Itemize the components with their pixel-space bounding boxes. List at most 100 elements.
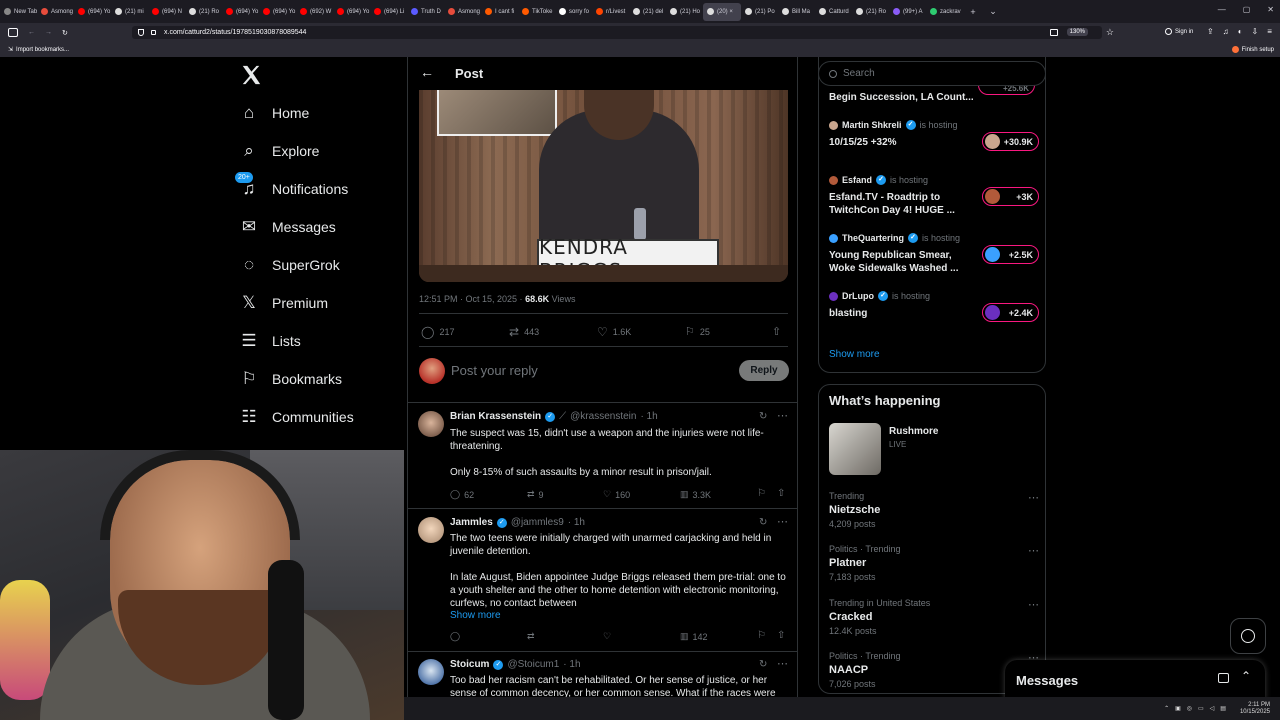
browser-tab[interactable]: Asmong <box>444 3 481 21</box>
reply-button[interactable]: Reply <box>739 360 789 381</box>
reply-views-action[interactable]: ▥ 3.3K <box>680 489 711 500</box>
nav-item-messages[interactable]: ✉ Messages <box>240 209 336 245</box>
composer-avatar[interactable] <box>419 358 445 384</box>
maximize-icon[interactable]: ▢ <box>1243 5 1251 14</box>
reply-time[interactable]: · 1h <box>568 517 585 528</box>
browser-tab[interactable]: (21) Po <box>741 3 778 21</box>
show-more-link[interactable]: Show more <box>829 349 880 360</box>
post-media[interactable]: KENDRA BRIGGS <box>419 90 788 282</box>
share-icon[interactable]: ⇧ <box>777 630 785 641</box>
reply-author-name[interactable]: Jammles <box>450 517 493 528</box>
clock[interactable]: 2:11 PM 10/15/2025 <box>1240 702 1270 716</box>
trend-item[interactable]: Politics · Trending Platner 7,183 posts ⋯ <box>829 544 1039 582</box>
reader-view-icon[interactable] <box>1050 29 1058 36</box>
nav-item-premium[interactable]: 𝕏 Premium <box>240 285 328 321</box>
listener-count-pill[interactable]: +3K <box>982 187 1039 206</box>
grok-icon[interactable]: ↻ <box>759 659 767 670</box>
extension-icons[interactable]: ⇪♫◐⇩≡ <box>1207 27 1280 36</box>
new-tab-icon[interactable]: + <box>963 7 983 17</box>
nav-item-supergrok[interactable]: ◌ SuperGrok <box>240 247 340 283</box>
reply-author-name[interactable]: Stoicum <box>450 659 489 670</box>
browser-tab[interactable]: (694) Yo <box>333 3 370 21</box>
reply-time[interactable]: · 1h <box>563 659 580 670</box>
more-icon[interactable]: ⋯ <box>777 409 788 422</box>
finish-setup-button[interactable]: Finish setup <box>1231 46 1274 53</box>
live-host-item[interactable]: Martin Shkreli ✓ is hosting 10/15/25 +32% +3… <box>829 120 1039 151</box>
reply-author-handle[interactable]: @krassenstein <box>570 411 636 422</box>
browser-tab[interactable]: (99+) A <box>889 3 926 21</box>
live-host-item[interactable]: TheQuartering ✓ is hosting Young Republican… <box>829 233 1039 275</box>
browser-tab[interactable]: (21) Ro <box>852 3 889 21</box>
reply-like-action[interactable]: ♡ 160 <box>603 489 630 500</box>
browser-tab[interactable]: Asmong <box>37 3 74 21</box>
bookmark-action[interactable]: ⚐ 25 <box>685 325 710 338</box>
trend-item[interactable]: Trending Nietzsche 4,209 posts ⋯ <box>829 491 1039 529</box>
listener-count-pill[interactable]: +30.9K <box>982 132 1039 151</box>
reload-icon[interactable]: ↻ <box>62 29 68 37</box>
browser-tab[interactable]: Catturd <box>815 3 852 21</box>
avatar[interactable] <box>418 517 444 543</box>
reply-item[interactable]: Jammles ✓ @jammles9 · 1h ↻ ⋯ The two tee… <box>408 508 797 651</box>
reply-action[interactable]: ◯ 217 <box>421 325 454 339</box>
repost-action[interactable]: ⇄ 443 <box>509 325 539 339</box>
zoom-level[interactable]: 130% <box>1066 28 1088 36</box>
collapse-chevron-icon[interactable]: ⌃ <box>1241 669 1251 683</box>
more-icon[interactable]: ⋯ <box>777 515 788 528</box>
tab-list-icon[interactable]: ⌄ <box>983 6 1003 17</box>
minimize-icon[interactable]: — <box>1218 5 1226 14</box>
nav-item-notifications[interactable]: ♫ 20+ Notifications <box>235 171 348 207</box>
browser-tab[interactable]: r/Livest <box>592 3 629 21</box>
browser-tab[interactable]: (21) mi <box>111 3 148 21</box>
more-icon[interactable]: ⋯ <box>1028 598 1039 611</box>
star-icon[interactable]: ☆ <box>1106 27 1114 38</box>
browser-tab[interactable]: (694) N <box>148 3 185 21</box>
grok-icon[interactable]: ↻ <box>759 517 767 528</box>
share-action[interactable]: ⇧ <box>772 325 781 338</box>
listener-count-pill[interactable]: +2.5K <box>982 245 1039 264</box>
url-bar[interactable]: x.com/catturd2/status/197851903087808954… <box>132 26 1114 39</box>
back-icon[interactable]: ← <box>28 29 35 36</box>
browser-tab[interactable]: (692) W <box>296 3 333 21</box>
browser-tab[interactable]: I cant fi <box>481 3 518 21</box>
grok-icon[interactable]: ↻ <box>759 411 767 422</box>
browser-tab[interactable]: (694) Li <box>370 3 407 21</box>
nav-item-communities[interactable]: ☷ Communities <box>240 399 353 435</box>
reply-author-handle[interactable]: @jammles9 <box>511 517 564 528</box>
featured-name[interactable]: Rushmore <box>889 426 938 437</box>
sign-in-button[interactable]: Sign in <box>1165 28 1193 35</box>
reply-repost-action[interactable]: ⇄ <box>527 631 539 642</box>
post-time[interactable]: 12:51 PM · Oct 15, 2025 · <box>419 294 525 304</box>
reply-views-action[interactable]: ▥ 142 <box>680 631 708 642</box>
browser-tab[interactable]: (21) Ro <box>185 3 222 21</box>
browser-tab[interactable]: New Tab <box>0 3 37 21</box>
new-message-icon[interactable] <box>1218 673 1229 683</box>
reply-input[interactable]: Post your reply <box>451 363 538 378</box>
avatar[interactable] <box>418 411 444 437</box>
messages-drawer[interactable]: Messages ⌃ <box>1005 660 1265 700</box>
nav-item-lists[interactable]: ☰ Lists <box>240 323 300 359</box>
bookmark-icon[interactable]: ⚐ <box>757 488 766 499</box>
close-icon[interactable]: ✕ <box>1267 5 1274 14</box>
nav-item-explore[interactable]: ⌕ Explore <box>240 133 319 169</box>
browser-tab[interactable]: sorry fo <box>555 3 592 21</box>
reply-author-handle[interactable]: @Stoicum1 <box>507 659 559 670</box>
search-input[interactable]: Search <box>818 61 1046 86</box>
sidebar-toggle-icon[interactable] <box>8 28 18 37</box>
reply-repost-action[interactable]: ⇄ 9 <box>527 489 544 500</box>
trend-item[interactable]: Trending in United States Cracked 12.4K po… <box>829 598 1039 636</box>
browser-tab[interactable]: Bill Ma <box>778 3 815 21</box>
more-icon[interactable]: ⋯ <box>1028 491 1039 504</box>
reply-author-name[interactable]: Brian Krassenstein <box>450 411 541 422</box>
listener-count-pill[interactable]: +2.4K <box>982 303 1039 322</box>
featured-thumbnail[interactable] <box>829 423 881 475</box>
more-icon[interactable]: ⋯ <box>777 657 788 670</box>
browser-tab[interactable]: (694) Yo <box>74 3 111 21</box>
show-more-link[interactable]: Show more <box>450 610 501 621</box>
browser-tab[interactable]: (694) Yo <box>222 3 259 21</box>
browser-tab[interactable]: zackrav <box>926 3 963 21</box>
like-action[interactable]: ♡ 1.6K <box>597 325 631 339</box>
reply-time[interactable]: · 1h <box>640 411 657 422</box>
forward-icon[interactable]: → <box>45 29 52 36</box>
nav-item-bookmarks[interactable]: ⚐ Bookmarks <box>240 361 342 397</box>
share-icon[interactable]: ⇧ <box>777 488 785 499</box>
